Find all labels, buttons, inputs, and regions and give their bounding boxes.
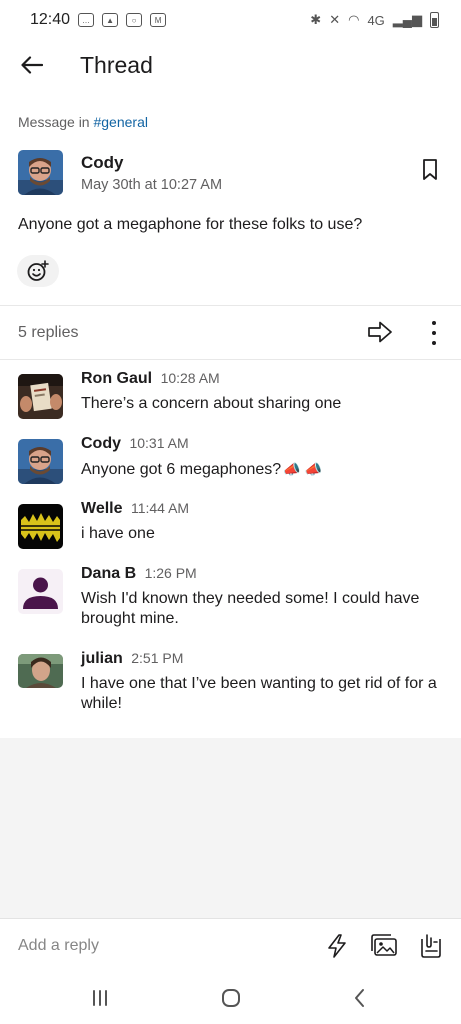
author-name[interactable]: Cody [81, 153, 124, 173]
mute-icon: ✕ [329, 12, 341, 27]
more-dot-icon [432, 341, 436, 345]
channel-link[interactable]: #general [93, 114, 148, 130]
share-button[interactable] [367, 320, 393, 344]
reply-header: Cody 10:31 AM [81, 435, 189, 453]
status-right: ✱ ✕ ◠ 4G ▂▄▆ [310, 12, 439, 28]
recent-apps-icon [93, 990, 107, 1006]
reply-timestamp: 11:44 AM [130, 500, 190, 516]
wifi-icon: ◠ [348, 12, 360, 27]
reply-timestamp: 10:31 AM [129, 435, 189, 451]
system-navigation-bar [0, 972, 461, 1024]
reply-timestamp: 1:26 PM [144, 565, 197, 581]
arrow-left-icon [21, 56, 43, 74]
reply-text: Anyone got 6 megaphones? [81, 461, 282, 478]
avatar-photo-man-glasses [18, 439, 63, 484]
avatar[interactable] [18, 504, 63, 549]
home-icon [222, 989, 240, 1007]
reply-composer [0, 918, 461, 972]
reply-text: Wish I'd known they needed some! I could… [81, 590, 420, 627]
reply-text: I have one that I’ve been wanting to get… [81, 675, 437, 712]
file-icon [421, 934, 441, 958]
add-photo-button[interactable] [370, 933, 398, 959]
battery-icon [430, 12, 439, 28]
empty-area [0, 738, 461, 918]
header: Thread [0, 40, 461, 90]
avatar[interactable] [18, 374, 63, 419]
avatar-photo-book [18, 374, 63, 419]
avatar[interactable] [18, 439, 63, 484]
avatar-photo-man-glasses [18, 150, 63, 195]
more-options-button[interactable] [424, 319, 444, 347]
bluetooth-icon: ✱ [310, 12, 322, 27]
avatar-yellow-waves-logo [18, 504, 63, 549]
author-name[interactable]: Welle [81, 500, 123, 517]
status-time: 12:40 [30, 11, 71, 28]
author-name[interactable]: Cody [81, 435, 121, 452]
signal-icon: ▂▄▆ [392, 12, 422, 27]
author-name[interactable]: Dana B [81, 565, 136, 582]
back-button[interactable] [0, 40, 64, 90]
gallery-icon [371, 934, 397, 956]
lightning-icon [328, 934, 346, 958]
context-prefix: Message in [18, 114, 90, 130]
replies-bar: 5 replies [0, 306, 461, 360]
reply-header: julian 2:51 PM [81, 650, 183, 668]
message-text: Anyone got a megaphone for these folks t… [18, 216, 363, 233]
replies-list: Ron Gaul 10:28 AM There’s a concern abou… [0, 360, 461, 738]
avatar-default-person [18, 569, 63, 614]
home-button[interactable] [219, 986, 243, 1010]
instagram-notification-icon: ○ [126, 13, 143, 27]
more-dot-icon [432, 331, 436, 335]
attach-file-button[interactable] [418, 933, 444, 959]
system-back-button[interactable] [348, 986, 372, 1010]
megaphone-emoji: 📣 📣 [283, 461, 322, 477]
chevron-left-icon [355, 989, 364, 1007]
reply-text: i have one [81, 525, 155, 542]
mail-notification-icon: M [150, 13, 167, 27]
bookmark-icon [423, 159, 437, 180]
add-reaction-button[interactable] [17, 255, 59, 287]
reply-header: Dana B 1:26 PM [81, 565, 197, 583]
replies-count: 5 replies [18, 323, 79, 341]
avatar[interactable] [18, 654, 63, 688]
bookmark-button[interactable] [420, 158, 440, 182]
shortcuts-button[interactable] [324, 933, 350, 959]
status-left: 12:40 … ▲ ○ M [30, 11, 167, 29]
page-title: Thread [80, 51, 153, 78]
message-notification-icon: … [78, 13, 95, 27]
more-dot-icon [432, 321, 436, 325]
reply-header: Welle 11:44 AM [81, 500, 189, 518]
network-type: 4G [367, 12, 385, 28]
author-name[interactable]: Ron Gaul [81, 370, 152, 387]
reply-text: There’s a concern about sharing one [81, 395, 342, 412]
avatar[interactable] [18, 150, 63, 195]
add-emoji-icon [27, 260, 49, 281]
gallery-notification-icon: ▲ [102, 13, 119, 27]
recent-apps-button[interactable] [88, 986, 112, 1010]
reply-timestamp: 10:28 AM [160, 370, 220, 386]
share-arrow-icon [368, 321, 392, 343]
author-name[interactable]: julian [81, 650, 123, 667]
reply-input[interactable] [18, 935, 298, 957]
message-timestamp: May 30th at 10:27 AM [81, 177, 223, 193]
parent-message: Message in #general Cody May 30th at 10:… [0, 100, 461, 306]
avatar-photo-portrait [18, 654, 63, 688]
status-bar: 12:40 … ▲ ○ M ✱ ✕ ◠ 4G ▂▄▆ [0, 0, 461, 40]
reply-text-container: Anyone got 6 megaphones? 📣 📣 [81, 459, 451, 480]
avatar[interactable] [18, 569, 63, 614]
reply-header: Ron Gaul 10:28 AM [81, 370, 220, 388]
message-context: Message in #general [18, 114, 148, 130]
reply-timestamp: 2:51 PM [131, 650, 184, 666]
